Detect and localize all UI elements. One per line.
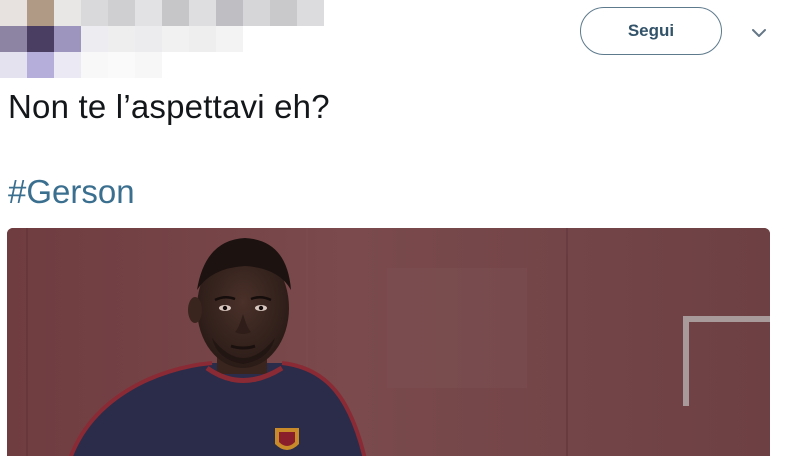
tweet-photo[interactable]: [7, 228, 770, 456]
follow-button-label: Segui: [627, 21, 675, 40]
tweet-card: Segui Non te l’aspettavi eh? #Gerson: [0, 0, 810, 456]
photo-player-in-jersey: [7, 228, 770, 456]
blurred-user-header: [0, 0, 330, 78]
tweet-text: Non te l’aspettavi eh?: [8, 88, 330, 125]
follow-button[interactable]: Segui: [580, 7, 722, 55]
hashtag-link[interactable]: #Gerson: [8, 173, 135, 211]
more-options-button[interactable]: [746, 20, 772, 46]
chevron-down-icon: [752, 29, 766, 37]
